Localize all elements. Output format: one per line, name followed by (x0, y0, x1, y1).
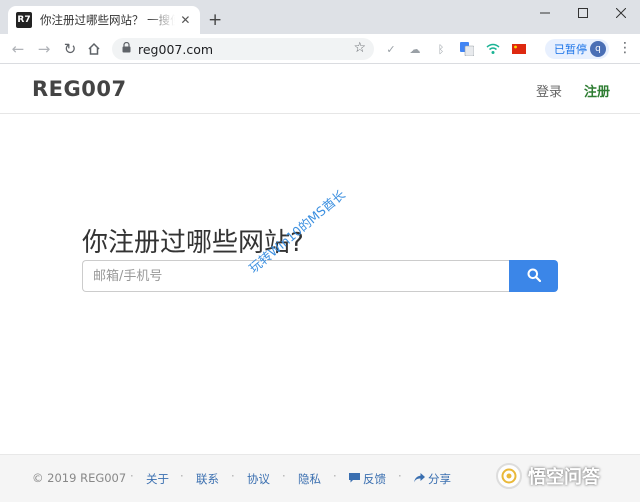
close-window-icon[interactable] (606, 4, 636, 22)
search-icon (527, 268, 541, 285)
share-link[interactable]: 分享 (414, 471, 451, 487)
address-bar[interactable]: reg007.com ☆ (112, 38, 374, 60)
flag-icon[interactable] (512, 42, 526, 56)
browser-tab[interactable]: R7 你注册过哪些网站？ 一搜便知 - R ✕ (8, 6, 200, 34)
share-label: 分享 (428, 472, 451, 486)
footer-separator: · (231, 469, 235, 483)
footer-separator: · (180, 469, 184, 483)
register-link[interactable]: 注册 (584, 81, 610, 100)
bluetooth-icon[interactable]: ᛒ (434, 42, 448, 56)
cloud-icon[interactable]: ☁ (408, 42, 422, 56)
feedback-label: 反馈 (363, 472, 386, 486)
tab-strip: R7 你注册过哪些网站？ 一搜便知 - R ✕ + (0, 0, 640, 34)
star-icon[interactable]: ☆ (353, 40, 366, 56)
footer-separator: · (130, 469, 134, 483)
translate-icon[interactable] (460, 42, 474, 56)
footer-separator: · (333, 469, 337, 483)
footer-separator: · (398, 469, 402, 483)
avatar: q (590, 41, 606, 57)
kebab-menu-icon[interactable]: ⋮ (618, 40, 632, 56)
feedback-link[interactable]: 反馈 (349, 471, 386, 487)
maximize-icon[interactable] (568, 4, 598, 22)
lock-icon (122, 41, 131, 56)
share-icon (414, 473, 425, 486)
plus-icon[interactable]: + (208, 10, 222, 30)
search-input[interactable] (82, 260, 510, 292)
home-icon[interactable] (84, 39, 104, 59)
tab-title: 你注册过哪些网站？ 一搜便知 - R (40, 13, 175, 27)
wukong-logo-icon (496, 463, 522, 489)
corner-watermark: 悟空问答 (496, 463, 600, 489)
privacy-link[interactable]: 隐私 (298, 471, 321, 487)
site-logo[interactable]: REG007 (32, 77, 127, 101)
arrow-right-icon[interactable]: → (34, 39, 54, 59)
site-header: REG007 登录 注册 (0, 64, 640, 114)
profile-button[interactable]: 已暂停 q (545, 39, 609, 59)
site-favicon: R7 (16, 12, 32, 28)
footer-separator: · (282, 469, 286, 483)
login-link[interactable]: 登录 (536, 81, 562, 100)
corner-watermark-text: 悟空问答 (528, 467, 600, 488)
comment-icon (349, 473, 360, 486)
url-text: reg007.com (138, 41, 214, 57)
reload-icon[interactable]: ↻ (60, 39, 80, 59)
about-link[interactable]: 关于 (146, 471, 169, 487)
contact-link[interactable]: 联系 (196, 471, 219, 487)
minimize-icon[interactable] (530, 4, 560, 22)
browser-toolbar: ← → ↻ reg007.com ☆ ✓ ☁ ᛒ 已暂停 q ⋮ (0, 34, 640, 64)
search-button[interactable] (509, 260, 558, 292)
close-icon[interactable]: ✕ (179, 13, 192, 27)
wifi-icon[interactable] (486, 42, 500, 56)
profile-label: 已暂停 (554, 43, 587, 56)
check-icon[interactable]: ✓ (384, 42, 398, 56)
copyright: © 2019 REG007 (32, 471, 127, 485)
arrow-left-icon[interactable]: ← (8, 39, 28, 59)
terms-link[interactable]: 协议 (247, 471, 270, 487)
